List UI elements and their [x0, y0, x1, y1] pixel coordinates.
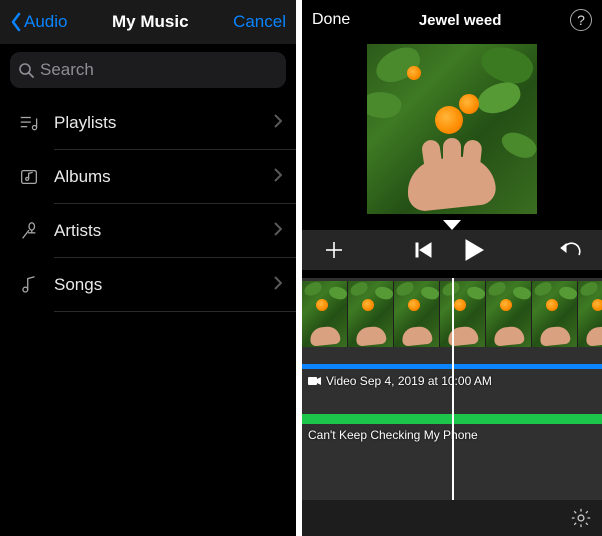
project-title: Jewel weed — [419, 12, 502, 29]
settings-button[interactable] — [570, 507, 592, 529]
albums-icon — [14, 166, 44, 188]
left-title: My Music — [112, 12, 189, 32]
chevron-right-icon — [274, 276, 282, 295]
row-artists[interactable]: Artists — [0, 204, 296, 258]
plus-icon — [324, 240, 344, 260]
back-label: Audio — [24, 12, 67, 32]
add-media-button[interactable] — [312, 240, 356, 260]
row-playlists[interactable]: Playlists — [0, 96, 296, 150]
chevron-right-icon — [274, 114, 282, 133]
playback-controls — [302, 230, 602, 270]
skip-back-button[interactable] — [402, 242, 446, 258]
left-header: Audio My Music Cancel — [0, 0, 296, 44]
skip-back-icon — [415, 242, 433, 258]
row-label: Playlists — [54, 113, 274, 133]
music-browser-panel: Audio My Music Cancel Playlists Albums — [0, 0, 296, 536]
right-header: Done Jewel weed ? — [302, 0, 602, 40]
editor-footer — [302, 500, 602, 536]
playhead[interactable] — [452, 278, 454, 536]
chevron-right-icon — [274, 168, 282, 187]
timeline-thumbnail[interactable] — [486, 281, 532, 347]
timeline[interactable]: /* placeholder, thumbs generated below v… — [302, 278, 602, 536]
undo-button[interactable] — [548, 242, 592, 258]
chevron-right-icon — [274, 222, 282, 241]
timeline-thumbnail[interactable] — [532, 281, 578, 347]
search-bar[interactable] — [10, 52, 286, 88]
timeline-thumbnail[interactable] — [302, 281, 348, 347]
help-button[interactable]: ? — [570, 9, 592, 31]
playhead-indicator-icon — [302, 220, 602, 230]
video-clip-label: Video Sep 4, 2019 at 10:00 AM — [308, 374, 492, 388]
undo-icon — [559, 242, 581, 258]
search-input[interactable] — [40, 60, 278, 80]
row-label: Artists — [54, 221, 274, 241]
done-button[interactable]: Done — [312, 11, 350, 29]
cancel-button[interactable]: Cancel — [233, 12, 286, 32]
row-label: Albums — [54, 167, 274, 187]
category-list: Playlists Albums Artists — [0, 96, 296, 312]
play-icon — [464, 239, 484, 261]
row-songs[interactable]: Songs — [0, 258, 296, 312]
video-preview — [302, 40, 602, 222]
gear-icon — [570, 507, 592, 529]
timeline-thumbnail[interactable] — [440, 281, 486, 347]
back-button[interactable]: Audio — [10, 12, 67, 32]
preview-frame[interactable] — [363, 40, 541, 218]
timeline-thumbnail[interactable] — [394, 281, 440, 347]
artists-icon — [14, 220, 44, 242]
row-albums[interactable]: Albums — [0, 150, 296, 204]
timeline-thumbnail[interactable] — [578, 281, 602, 347]
video-clip-icon — [308, 376, 322, 386]
chevron-left-icon — [10, 12, 22, 32]
timeline-thumbnail[interactable] — [348, 281, 394, 347]
editor-panel: Done Jewel weed ? — [302, 0, 602, 536]
play-button[interactable] — [446, 239, 502, 261]
search-icon — [18, 62, 34, 78]
row-label: Songs — [54, 275, 274, 295]
playlists-icon — [14, 112, 44, 134]
songs-icon — [14, 274, 44, 296]
